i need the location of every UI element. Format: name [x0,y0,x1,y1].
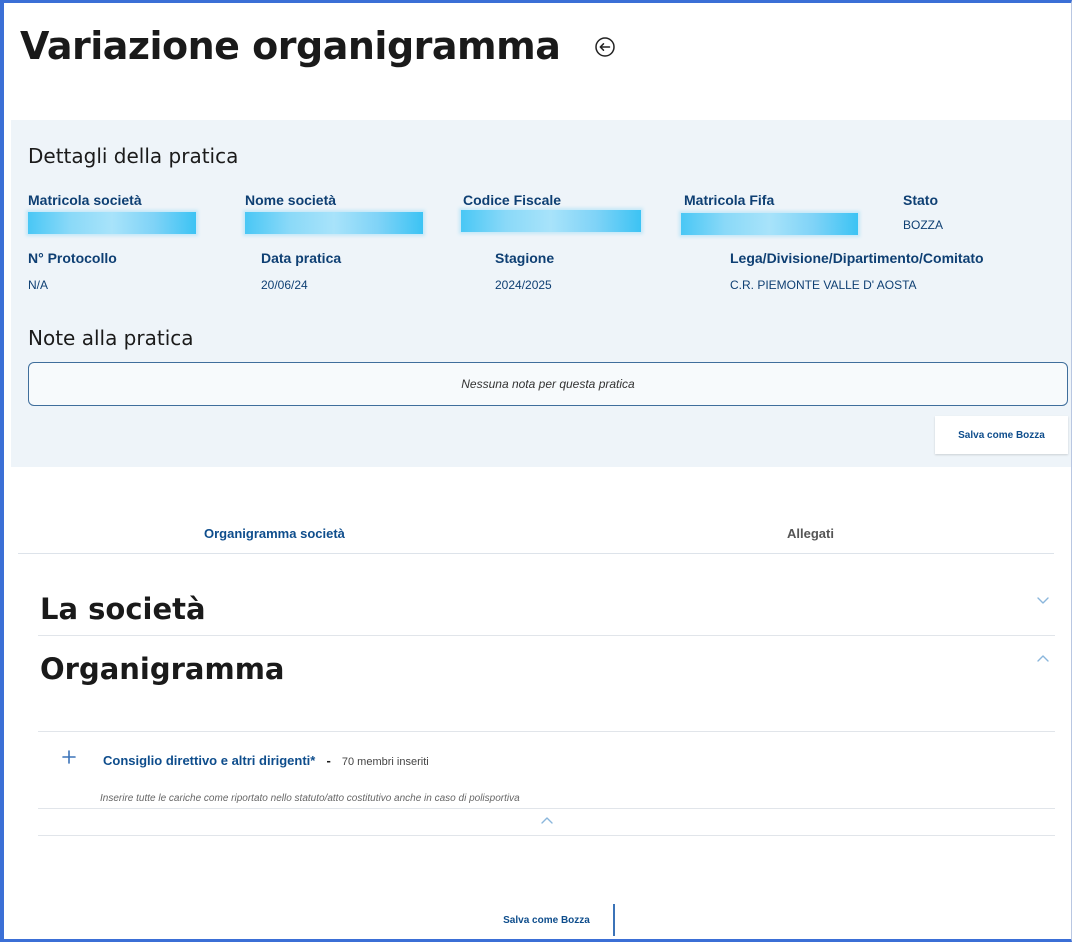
redacted-matricola-societa [28,212,196,234]
value-protocollo: N/A [28,278,49,292]
details-heading: Dettagli della pratica [28,144,239,168]
value-data-pratica: 20/06/24 [261,278,308,292]
group-hint: Inserire tutte le cariche come riportato… [100,793,520,804]
label-lega: Lega/Divisione/Dipartimento/Comitato [730,250,984,266]
chevron-up-icon[interactable] [1035,650,1051,662]
expand-plus-icon[interactable] [62,749,76,764]
section-title-organigramma[interactable]: Organigramma [40,652,285,686]
group-header: Consiglio direttivo e altri dirigenti* -… [103,750,429,769]
label-stato: Stato [903,192,938,208]
save-draft-button-top[interactable]: Salva come Bozza [935,416,1068,454]
tab-allegati[interactable]: Allegati [787,526,834,541]
tab-organigramma-societa[interactable]: Organigramma società [204,526,345,541]
page-title: Variazione organigramma [20,24,561,68]
redacted-nome-societa [245,212,423,234]
notes-field[interactable]: Nessuna nota per questa pratica [28,362,1068,406]
back-arrow-icon[interactable] [592,34,618,60]
details-panel [11,120,1071,467]
redacted-codice-fiscale [461,210,641,232]
tabs-divider [18,553,1054,554]
section-title-societa[interactable]: La società [40,592,206,626]
label-nome-societa: Nome società [245,192,337,208]
notes-empty-text: Nessuna nota per questa pratica [461,377,635,391]
group-mid-divider [38,808,1055,809]
label-matricola-societa: Matricola società [28,192,142,208]
value-stato: BOZZA [903,218,944,232]
group-separator: - [326,753,331,768]
value-stagione: 2024/2025 [495,278,552,292]
label-protocollo: N° Protocollo [28,250,117,266]
chevron-down-icon[interactable] [1035,592,1051,604]
save-draft-button-bottom[interactable]: Salva come Bozza [480,904,615,936]
group-link-consiglio[interactable]: Consiglio direttivo e altri dirigenti* [103,753,315,768]
collapse-chevron-up-icon[interactable] [539,812,555,824]
label-matricola-fifa: Matricola Fifa [684,192,775,208]
label-stagione: Stagione [495,250,555,266]
value-lega: C.R. PIEMONTE VALLE D' AOSTA [730,278,917,292]
redacted-matricola-fifa [681,213,858,235]
group-top-divider [38,731,1055,732]
label-codice-fiscale: Codice Fiscale [463,192,562,208]
members-count: 70 membri inseriti [341,756,429,768]
section-divider [38,635,1055,636]
group-bottom-divider [38,835,1055,836]
notes-heading: Note alla pratica [28,326,194,350]
label-data-pratica: Data pratica [261,250,342,266]
